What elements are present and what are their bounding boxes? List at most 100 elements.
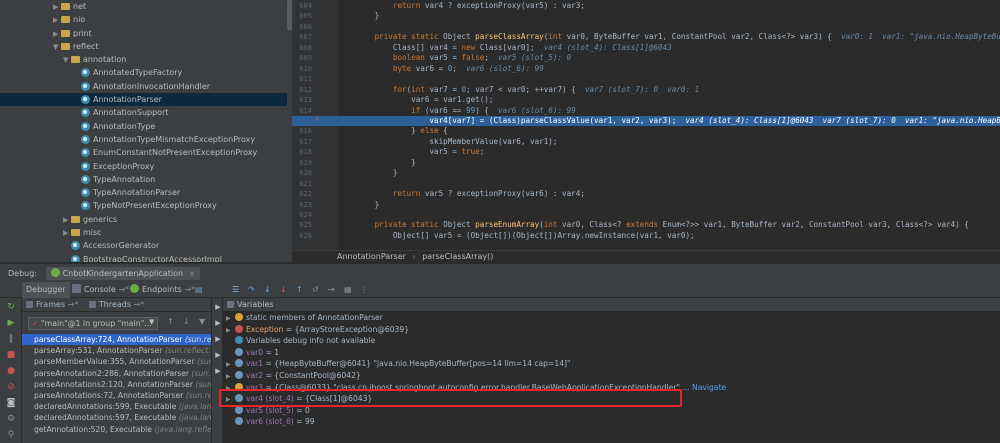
tree-item[interactable]: AnnotationTypeMismatchExceptionProxy: [0, 133, 292, 146]
drop-frame-icon[interactable]: ↺: [308, 282, 323, 298]
pin-icon[interactable]: ⚲: [6, 430, 16, 440]
project-tree[interactable]: ▶ net ▶ nio ▶ print ▼ reflect ▼ annotation Annotat…: [0, 0, 292, 262]
variable-row[interactable]: Variables debug info not available: [223, 335, 1000, 347]
stack-frame[interactable]: parseClassArray:724, AnnotationParser (s…: [22, 334, 211, 346]
code-line[interactable]: [338, 210, 1000, 220]
code-line[interactable]: }: [338, 200, 1000, 210]
frames-list[interactable]: parseClassArray:724, AnnotationParser (s…: [22, 334, 211, 443]
step-over-icon[interactable]: ↷: [244, 282, 259, 298]
variable-row[interactable]: ▶ var1 = {HeapByteBuffer@6041} "java.nio.…: [223, 358, 1000, 370]
tree-item[interactable]: AnnotatedTypeFactory: [0, 66, 292, 79]
expand-icon[interactable]: ▶: [213, 366, 223, 376]
expand-icon[interactable]: ▶: [213, 350, 223, 360]
tab-frames[interactable]: Frames →*: [22, 300, 78, 309]
trace-icon[interactable]: ⋮: [356, 282, 372, 298]
code-line[interactable]: Class[] var4 = new Class[var0]; var4 (sl…: [338, 43, 1000, 53]
mute-breakpoints-icon[interactable]: ⊘: [6, 382, 16, 392]
tab-debugger[interactable]: Debugger: [22, 282, 70, 298]
close-icon[interactable]: ×: [189, 269, 196, 278]
tree-item[interactable]: ▼ reflect: [0, 40, 292, 53]
tab-endpoints[interactable]: Endpoints →*: [126, 282, 199, 298]
tree-item[interactable]: AnnotationSupport: [0, 106, 292, 119]
chevron-right-icon[interactable]: ▶: [53, 1, 61, 14]
view-breakpoints-icon[interactable]: ●: [6, 366, 16, 376]
execution-line[interactable]: var4[var7] = (Class)parseClassValue(var1…: [338, 115, 1000, 127]
code-line[interactable]: var6 = var1.get();: [338, 95, 1000, 105]
variable-row[interactable]: ▶ Exception = {ArrayStoreException@6039}: [223, 324, 1000, 336]
step-into-icon[interactable]: ↓: [260, 282, 275, 298]
tree-item[interactable]: BootstrapConstructorAccessorImpl: [0, 253, 292, 262]
run-config-tab[interactable]: CnbotKindergartenApplication ×: [45, 267, 201, 280]
code-line[interactable]: }: [338, 11, 1000, 21]
chevron-right-icon[interactable]: ▶: [53, 14, 61, 27]
tab-threads[interactable]: Threads →*: [88, 300, 144, 309]
expand-icon[interactable]: ▶: [213, 318, 223, 328]
code-line[interactable]: }: [338, 168, 1000, 178]
frame-down-icon[interactable]: ↓: [183, 317, 190, 326]
tree-item[interactable]: AnnotationParser: [0, 93, 292, 107]
code-line[interactable]: byte var6 = 0; var6 (slot_6): 99: [338, 64, 1000, 74]
frame-up-icon[interactable]: ↑: [167, 317, 174, 326]
tree-item[interactable]: ▶ misc: [0, 226, 292, 239]
tree-item[interactable]: ▼ annotation: [0, 53, 292, 66]
evaluate-expression-icon[interactable]: ▦: [340, 282, 356, 298]
resume-icon[interactable]: ▶: [6, 318, 16, 328]
variable-row[interactable]: var6 (slot_6) = 99: [223, 416, 1000, 428]
chevron-down-icon[interactable]: ▼: [63, 54, 71, 67]
tree-item[interactable]: EnumConstantNotPresentExceptionProxy: [0, 146, 292, 159]
tree-item[interactable]: ▶ generics: [0, 213, 292, 226]
expand-icon[interactable]: ▶: [213, 302, 223, 312]
code-editor[interactable]: return var4 ? exceptionProxy(var5) : var…: [338, 0, 1000, 250]
filter-icon[interactable]: ▼: [199, 317, 205, 326]
tree-item[interactable]: TypeNotPresentExceptionProxy: [0, 199, 292, 212]
tree-item[interactable]: ExceptionProxy: [0, 160, 292, 173]
code-line[interactable]: for(int var7 = 0; var7 < var0; ++var7) {…: [338, 85, 1000, 95]
stack-frame[interactable]: parseMemberValue:355, AnnotationParser (…: [22, 356, 211, 367]
navigate-link[interactable]: ... Navigate: [682, 383, 726, 392]
chevron-right-icon[interactable]: ▶: [63, 214, 71, 227]
tree-item[interactable]: TypeAnnotationParser: [0, 186, 292, 199]
code-line[interactable]: skipMemberValue(var6, var1);: [338, 137, 1000, 147]
code-line[interactable]: [338, 22, 1000, 32]
tree-item[interactable]: ▶ net: [0, 0, 292, 13]
tab-console[interactable]: Console →*: [68, 282, 133, 298]
camera-icon[interactable]: ◙: [6, 398, 16, 408]
breadcrumb-method[interactable]: parseClassArray(): [422, 252, 493, 261]
force-step-into-icon[interactable]: ↓: [276, 282, 291, 298]
chevron-down-icon[interactable]: ▼: [149, 318, 154, 326]
code-line[interactable]: } else {: [338, 126, 1000, 136]
code-line[interactable]: private static Object parseEnumArray(int…: [338, 220, 1000, 230]
code-line[interactable]: [338, 179, 1000, 189]
chevron-down-icon[interactable]: ▼: [53, 41, 61, 54]
tree-item[interactable]: AnnotationType: [0, 120, 292, 133]
tree-item[interactable]: ▶ print: [0, 27, 292, 40]
rerun-icon[interactable]: ↻: [6, 302, 16, 312]
chevron-right-icon[interactable]: ▶: [53, 28, 61, 41]
tree-item[interactable]: AccessorGenerator: [0, 239, 292, 252]
tree-item[interactable]: ▶ nio: [0, 13, 292, 26]
stack-frame[interactable]: parseAnnotation2:286, AnnotationParser (…: [22, 368, 211, 379]
tree-item[interactable]: TypeAnnotation: [0, 173, 292, 186]
stack-frame[interactable]: parseArray:531, AnnotationParser (sun.re…: [22, 345, 211, 356]
stack-frame[interactable]: parseAnnotations:72, AnnotationParser (s…: [22, 390, 211, 401]
code-line[interactable]: var5 = true;: [338, 147, 1000, 157]
code-line[interactable]: return var4 ? exceptionProxy(var5) : var…: [338, 1, 1000, 11]
layout-icon[interactable]: ▤: [191, 282, 207, 298]
code-line[interactable]: }: [338, 158, 1000, 168]
run-to-cursor-icon[interactable]: ⇥: [324, 282, 339, 298]
step-out-icon[interactable]: ↑: [292, 282, 307, 298]
breakpoint-icon[interactable]: ⚡: [314, 115, 321, 124]
stack-frame[interactable]: declaredAnnotations:599, Executable (jav…: [22, 401, 211, 412]
code-line[interactable]: boolean var5 = false; var5 (slot_5): 0: [338, 53, 1000, 63]
chevron-right-icon[interactable]: ▶: [63, 227, 71, 240]
code-line[interactable]: return var5 ? exceptionProxy(var6) : var…: [338, 189, 1000, 199]
variable-row[interactable]: var0 = 1: [223, 347, 1000, 359]
breadcrumb-class[interactable]: AnnotationParser: [337, 252, 406, 261]
tree-item[interactable]: AnnotationInvocationHandler: [0, 80, 292, 93]
stack-frame[interactable]: getAnnotation:520, Executable (java.lang…: [22, 424, 211, 435]
thread-dropdown[interactable]: ✓ "main"@1 in group "main"...: [28, 317, 158, 330]
code-line[interactable]: if (var6 == 99) { var6 (slot_6): 99: [338, 106, 1000, 116]
variable-row[interactable]: ▶ static members of AnnotationParser: [223, 312, 1000, 324]
expand-icon[interactable]: ▶: [213, 334, 223, 344]
stack-frame[interactable]: declaredAnnotations:597, Executable (jav…: [22, 412, 211, 423]
